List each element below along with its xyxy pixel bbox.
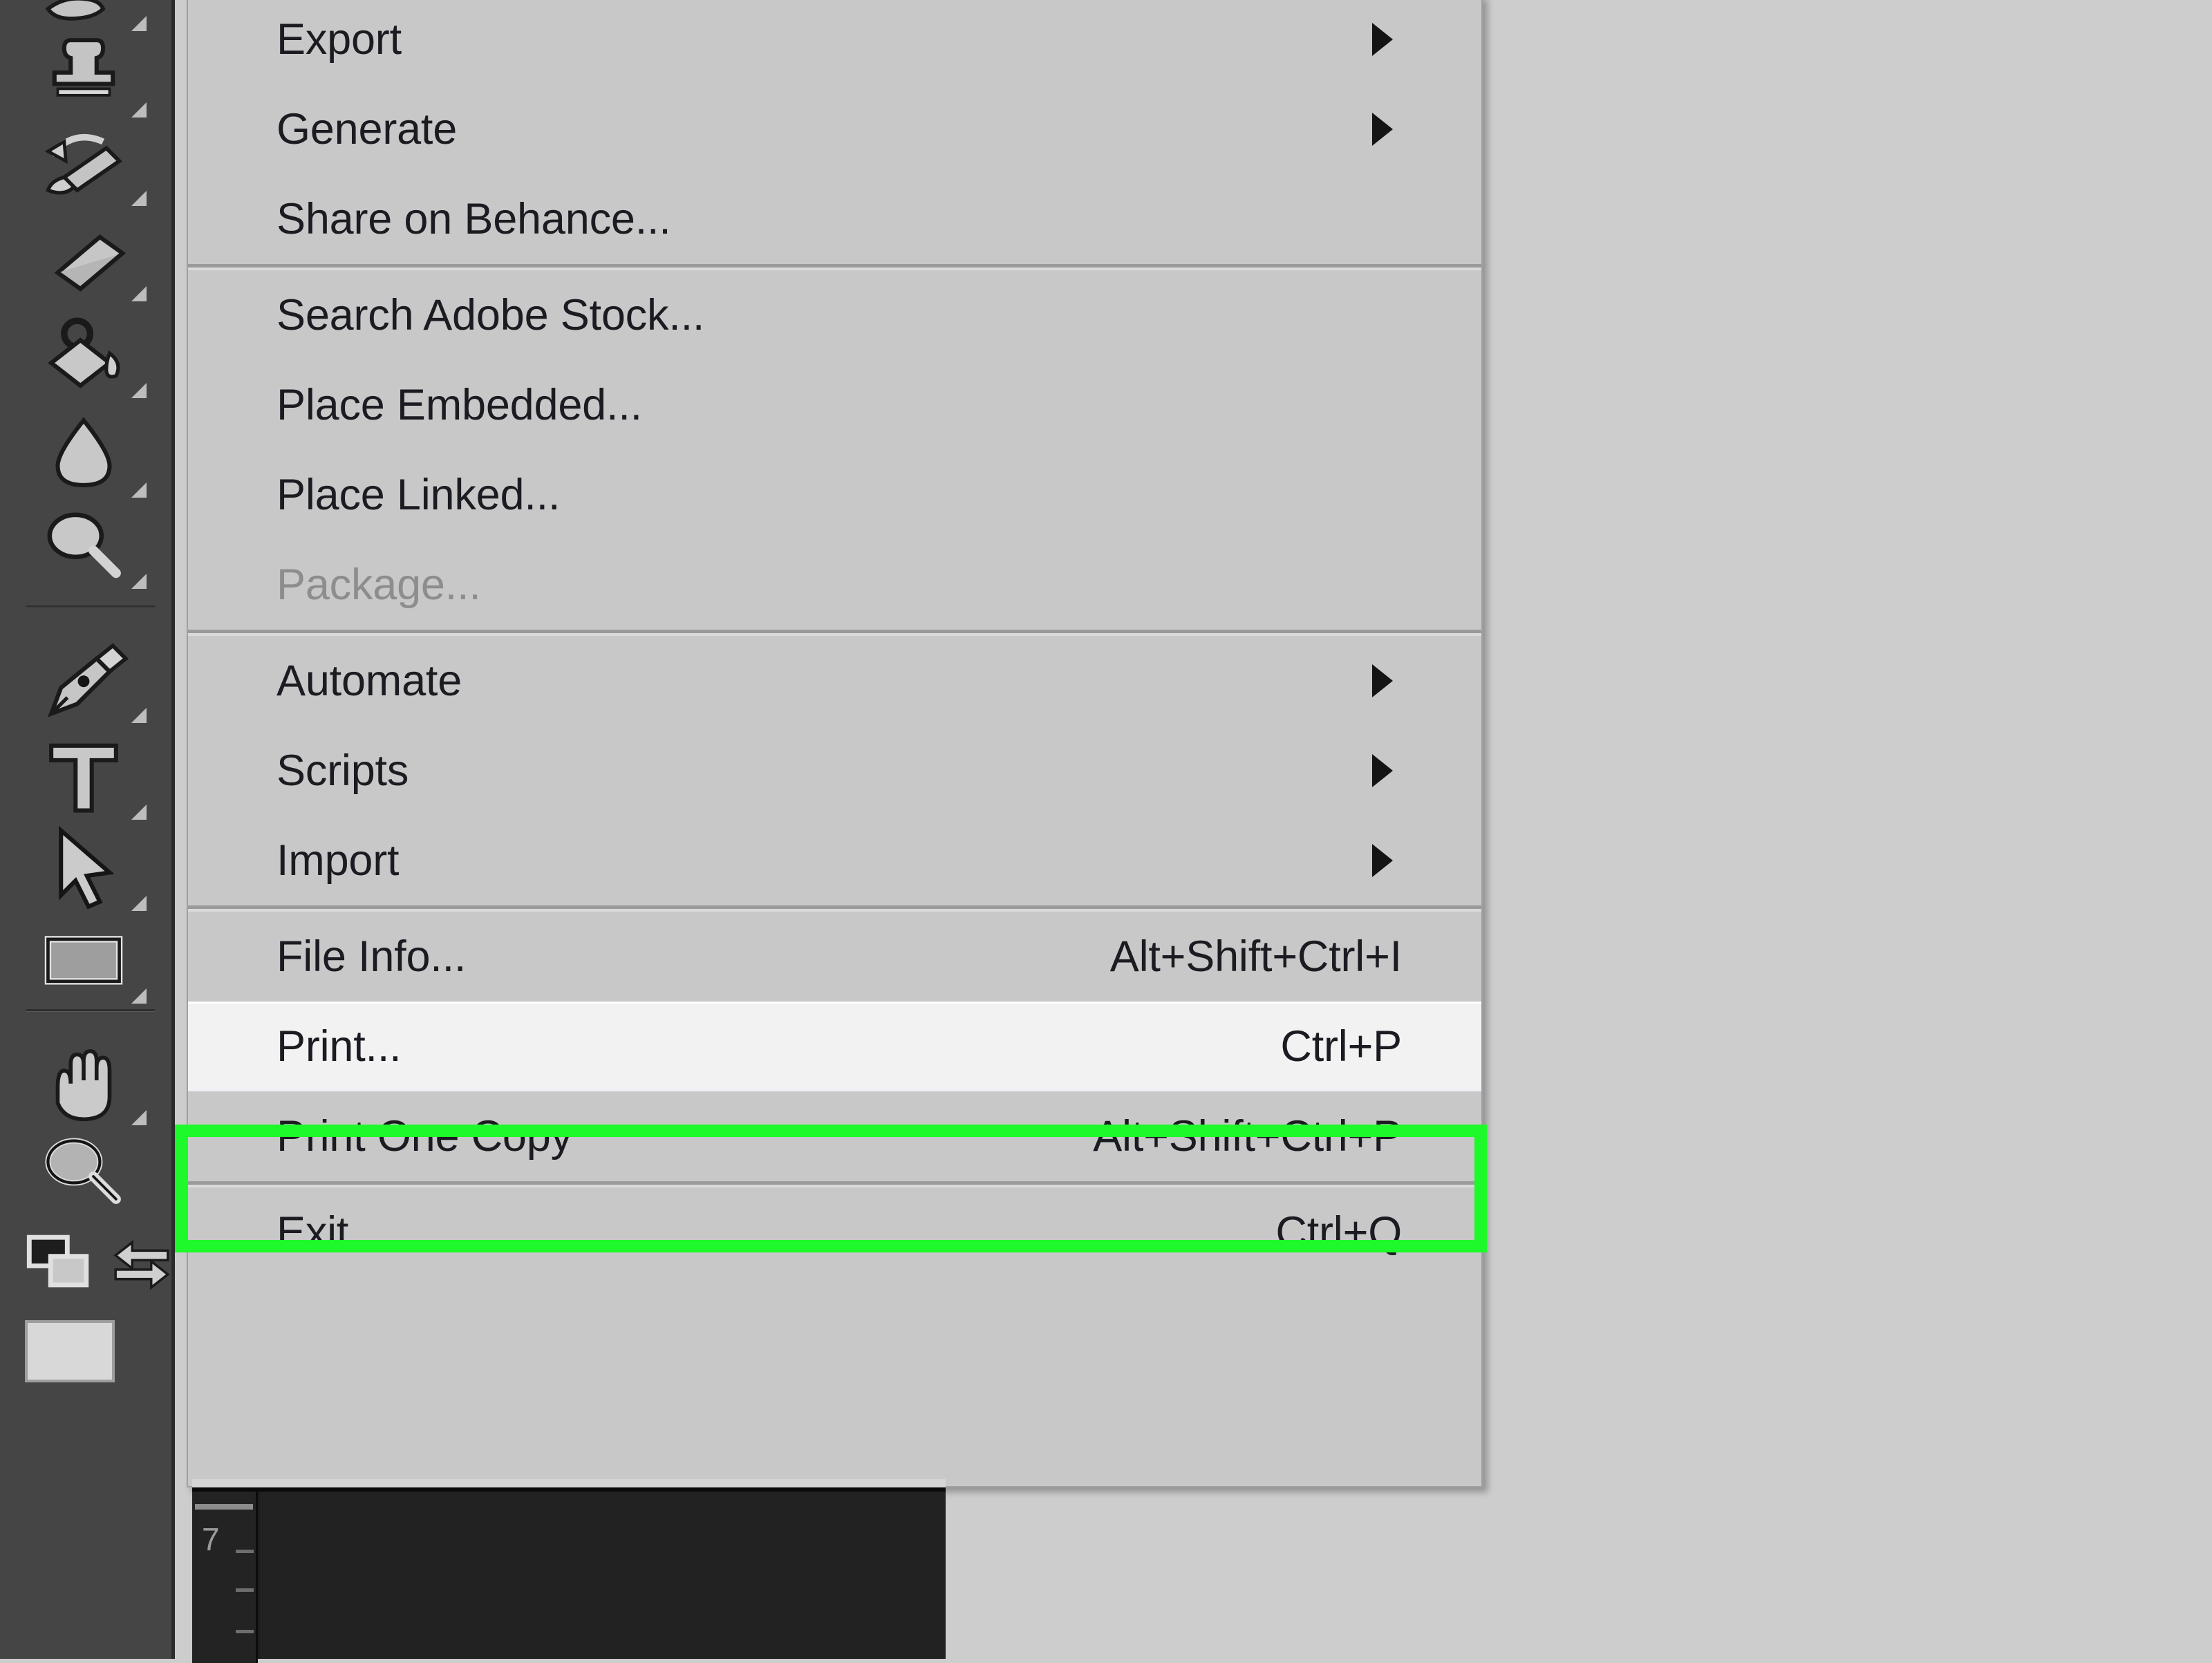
foreground-color-swatch[interactable] bbox=[25, 1320, 115, 1382]
menu-item-label: Share on Behance... bbox=[276, 195, 671, 243]
menu-group-automate: Automate Scripts Import bbox=[188, 636, 1481, 905]
tool-paint-bucket-tool[interactable] bbox=[32, 301, 149, 405]
rectangle-icon bbox=[44, 936, 123, 985]
tool-expand-corner-icon bbox=[131, 988, 147, 1004]
tool-expand-corner-icon bbox=[131, 383, 147, 398]
ruler-tick bbox=[236, 1630, 254, 1633]
menu-item-shortcut: Ctrl+P bbox=[1280, 1022, 1402, 1071]
menu-item-place-embedded[interactable]: Place Embedded... bbox=[188, 360, 1481, 450]
document-canvas[interactable] bbox=[260, 1492, 946, 1659]
ruler-tick bbox=[236, 1550, 254, 1553]
water-drop-icon bbox=[55, 417, 112, 487]
ruler-tick bbox=[236, 1588, 254, 1592]
tool-eraser-tool[interactable] bbox=[32, 205, 149, 308]
menu-item-print-one-copy[interactable]: Print One Copy Alt+Shift+Ctrl+P bbox=[188, 1091, 1481, 1181]
menu-group-print: File Info... Alt+Shift+Ctrl+I Print... C… bbox=[188, 912, 1481, 1181]
menu-item-search-adobe-stock[interactable]: Search Adobe Stock... bbox=[188, 270, 1481, 360]
menu-item-label: File Info... bbox=[276, 932, 467, 981]
menu-item-label: Exit bbox=[276, 1208, 349, 1257]
menu-item-label: Package... bbox=[276, 561, 481, 609]
menu-item-package: Package... bbox=[188, 540, 1481, 630]
tool-hand-tool[interactable] bbox=[32, 1028, 149, 1132]
history-brush-icon bbox=[44, 134, 122, 195]
document-window: 7 bbox=[192, 1487, 946, 1663]
toolbar-separator bbox=[26, 1009, 155, 1012]
text-type-icon bbox=[49, 743, 118, 813]
ruler-origin-marker bbox=[195, 1504, 253, 1510]
magnifier-icon bbox=[45, 1138, 121, 1204]
submenu-arrow-icon bbox=[1372, 23, 1393, 56]
menu-item-import[interactable]: Import bbox=[188, 816, 1481, 905]
tool-rectangle-tool[interactable] bbox=[32, 907, 149, 1011]
menu-item-label: Search Adobe Stock... bbox=[276, 291, 705, 339]
hand-icon bbox=[55, 1049, 112, 1122]
submenu-arrow-icon bbox=[1372, 844, 1393, 877]
quick-mask-mode-button[interactable] bbox=[22, 1229, 98, 1302]
paint-bucket-icon bbox=[48, 317, 120, 388]
submenu-arrow-icon bbox=[1372, 113, 1393, 146]
menu-group-place: Search Adobe Stock... Place Embedded... … bbox=[188, 270, 1481, 630]
menu-group-export: Export Generate Share on Behance... bbox=[188, 0, 1481, 264]
cursor-arrow-icon bbox=[59, 825, 115, 910]
vertical-ruler[interactable]: 7 bbox=[192, 1492, 258, 1663]
menu-separator bbox=[188, 905, 1481, 912]
menu-separator bbox=[188, 630, 1481, 636]
menu-item-label: Print One Copy bbox=[276, 1112, 572, 1161]
tool-expand-corner-icon bbox=[131, 574, 147, 589]
menu-item-share-on-behance[interactable]: Share on Behance... bbox=[188, 174, 1481, 264]
menu-item-label: Scripts bbox=[276, 746, 409, 795]
submenu-arrow-icon bbox=[1372, 664, 1393, 697]
tool-expand-corner-icon bbox=[131, 286, 147, 301]
tool-dodge-tool[interactable] bbox=[32, 492, 149, 596]
tool-history-brush-tool[interactable] bbox=[32, 109, 149, 213]
menu-item-print[interactable]: Print... Ctrl+P bbox=[188, 1002, 1481, 1091]
menu-item-exit[interactable]: Exit Ctrl+Q bbox=[188, 1187, 1481, 1277]
menu-item-label: Place Linked... bbox=[276, 471, 561, 519]
quick-mask-icon bbox=[26, 1234, 89, 1288]
eraser-icon bbox=[54, 234, 126, 292]
menu-item-export[interactable]: Export bbox=[188, 0, 1481, 84]
menu-separator bbox=[188, 1181, 1481, 1187]
menu-item-file-info[interactable]: File Info... Alt+Shift+Ctrl+I bbox=[188, 912, 1481, 1002]
menu-item-label: Import bbox=[276, 836, 400, 885]
menu-item-shortcut: Alt+Shift+Ctrl+P bbox=[1093, 1112, 1402, 1161]
menu-item-label: Generate bbox=[276, 105, 458, 153]
tool-pen-tool[interactable] bbox=[32, 626, 149, 730]
menu-item-shortcut: Ctrl+Q bbox=[1275, 1208, 1402, 1257]
tool-blur-tool[interactable] bbox=[32, 401, 149, 505]
menu-item-automate[interactable]: Automate bbox=[188, 636, 1481, 726]
ruler-label: 7 bbox=[202, 1521, 220, 1557]
toolbar-separator bbox=[26, 605, 155, 608]
menu-item-scripts[interactable]: Scripts bbox=[188, 726, 1481, 816]
menu-item-label: Export bbox=[276, 15, 402, 64]
menu-item-label: Print... bbox=[276, 1022, 402, 1071]
swap-arrows-icon bbox=[113, 1239, 170, 1290]
menu-item-place-linked[interactable]: Place Linked... bbox=[188, 450, 1481, 540]
menu-item-label: Place Embedded... bbox=[276, 381, 642, 429]
dodge-icon bbox=[47, 512, 121, 579]
menu-item-generate[interactable]: Generate bbox=[188, 84, 1481, 174]
tools-panel bbox=[0, 0, 175, 1659]
submenu-arrow-icon bbox=[1372, 754, 1393, 787]
menu-separator bbox=[188, 264, 1481, 270]
tool-type-tool[interactable] bbox=[32, 723, 149, 827]
toolbar-footer bbox=[12, 1223, 170, 1306]
tool-zoom-tool[interactable] bbox=[32, 1120, 149, 1223]
menu-group-exit: Exit Ctrl+Q bbox=[188, 1187, 1481, 1277]
menu-item-shortcut: Alt+Shift+Ctrl+I bbox=[1109, 932, 1402, 981]
pen-nib-icon bbox=[47, 643, 129, 717]
tool-expand-corner-icon bbox=[131, 191, 147, 206]
swap-screen-mode-button[interactable] bbox=[104, 1230, 180, 1303]
tool-path-selection-tool[interactable] bbox=[32, 814, 149, 918]
tool-expand-corner-icon bbox=[131, 708, 147, 723]
file-menu-dropdown: Export Generate Share on Behance... Sear… bbox=[187, 0, 1483, 1487]
menu-item-label: Automate bbox=[276, 657, 462, 705]
